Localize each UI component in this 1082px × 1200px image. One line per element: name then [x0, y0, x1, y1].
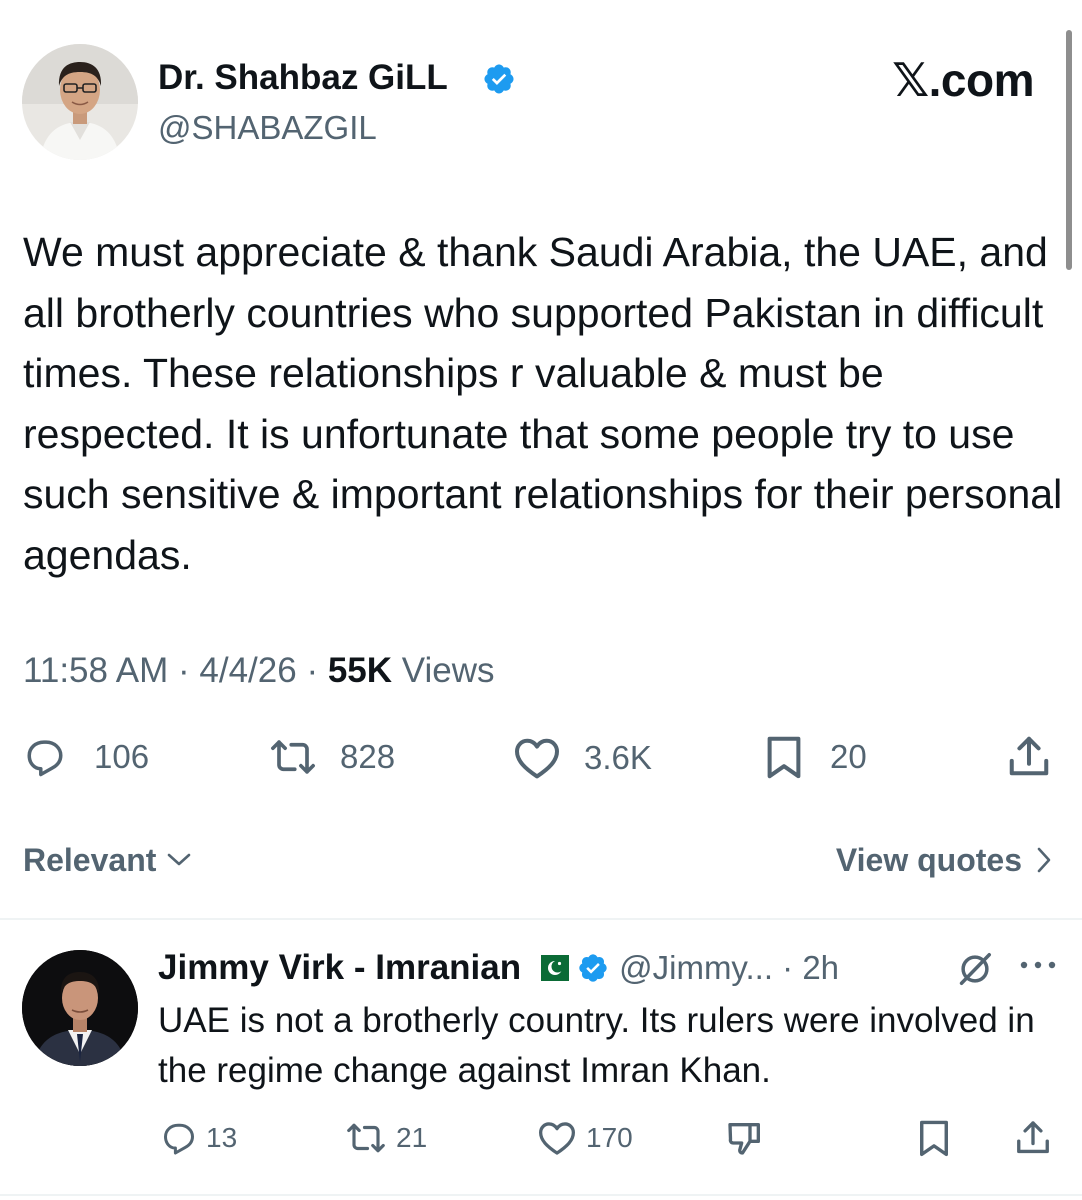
verified-badge-icon: [484, 64, 514, 94]
heart-icon: [515, 738, 559, 779]
reply-reply-count: 13: [206, 1122, 238, 1153]
reply-text: UAE is not a brotherly country. Its rule…: [158, 1001, 1035, 1090]
reply-downvote-button[interactable]: [724, 1118, 766, 1158]
reply-bookmark-button[interactable]: [916, 1118, 952, 1158]
like-button[interactable]: 3.6K: [512, 736, 652, 780]
reply-count: 106: [94, 738, 150, 775]
chevron-right-icon: [1037, 847, 1051, 873]
share-icon: [1009, 736, 1049, 776]
author-handle[interactable]: @SHABAZGIL: [158, 106, 377, 150]
reply-bubble-icon: [27, 740, 63, 777]
sort-label: Relevant: [23, 842, 157, 878]
share-icon: [1017, 1121, 1049, 1154]
scrollbar[interactable]: [1066, 30, 1072, 270]
author-name[interactable]: Dr. Shahbaz GiLL: [158, 56, 448, 100]
views-label: Views: [401, 651, 495, 690]
tweet-screenshot: Dr. Shahbaz GiLL @SHABAZGIL 𝕏.com We mus…: [0, 0, 1082, 1200]
repost-icon: [271, 740, 315, 774]
meta-separator: ·: [178, 651, 190, 690]
reply-author-avatar[interactable]: [22, 950, 138, 1066]
reply-share-button[interactable]: [1014, 1118, 1052, 1158]
repost-button[interactable]: 828: [266, 736, 395, 778]
tweet-time[interactable]: 11:58 AM: [23, 651, 168, 690]
views-count: 55K: [327, 651, 393, 690]
tweet-text: We must appreciate & thank Saudi Arabia,…: [23, 229, 1063, 578]
reply-like-button[interactable]: 170: [536, 1120, 633, 1156]
sort-relevant-dropdown[interactable]: Relevant: [23, 838, 192, 882]
view-quotes-link[interactable]: View quotes: [836, 838, 1052, 882]
x-logo-watermark: 𝕏.com: [892, 54, 1034, 106]
divider: [0, 918, 1082, 920]
view-quotes-label: View quotes: [835, 842, 1022, 878]
repost-count: 828: [340, 738, 396, 775]
reply-repost-count: 21: [396, 1122, 428, 1153]
reply-handle-time[interactable]: @Jimmy... · 2h: [619, 946, 839, 990]
tweet-meta: 11:58 AM · 4/4/26 · 55K Views: [23, 645, 495, 697]
reply-bubble-icon: [164, 1123, 194, 1155]
more-dots-icon[interactable]: [1018, 958, 1058, 972]
reply-author-name[interactable]: Jimmy Virk - Imranian: [158, 946, 521, 990]
reply-reply-button[interactable]: 13: [160, 1120, 237, 1156]
bookmark-count: 20: [830, 738, 867, 775]
reply-like-count: 170: [586, 1122, 633, 1153]
chevron-down-icon: [168, 853, 191, 866]
share-button[interactable]: [1006, 734, 1052, 780]
reply-header: Jimmy Virk - Imranian @Jimmy... · 2h: [158, 944, 839, 992]
bookmark-button[interactable]: 20: [762, 734, 867, 780]
divider: [0, 1194, 1082, 1196]
grok-icon[interactable]: [956, 950, 994, 988]
meta-separator: ·: [306, 651, 319, 690]
reply-button[interactable]: 106: [22, 736, 149, 778]
verified-badge-icon: [579, 954, 607, 982]
pakistan-flag-icon: [531, 955, 570, 981]
like-count: 3.6K: [584, 739, 652, 776]
reply-repost-button[interactable]: 21: [344, 1120, 427, 1156]
author-avatar[interactable]: [22, 44, 138, 160]
thumbs-down-icon: [728, 1123, 760, 1155]
tweet-date[interactable]: 4/4/26: [199, 651, 296, 690]
bookmark-icon: [767, 736, 801, 779]
heart-icon: [539, 1122, 575, 1155]
bookmark-icon: [920, 1120, 948, 1157]
repost-icon: [347, 1123, 385, 1153]
